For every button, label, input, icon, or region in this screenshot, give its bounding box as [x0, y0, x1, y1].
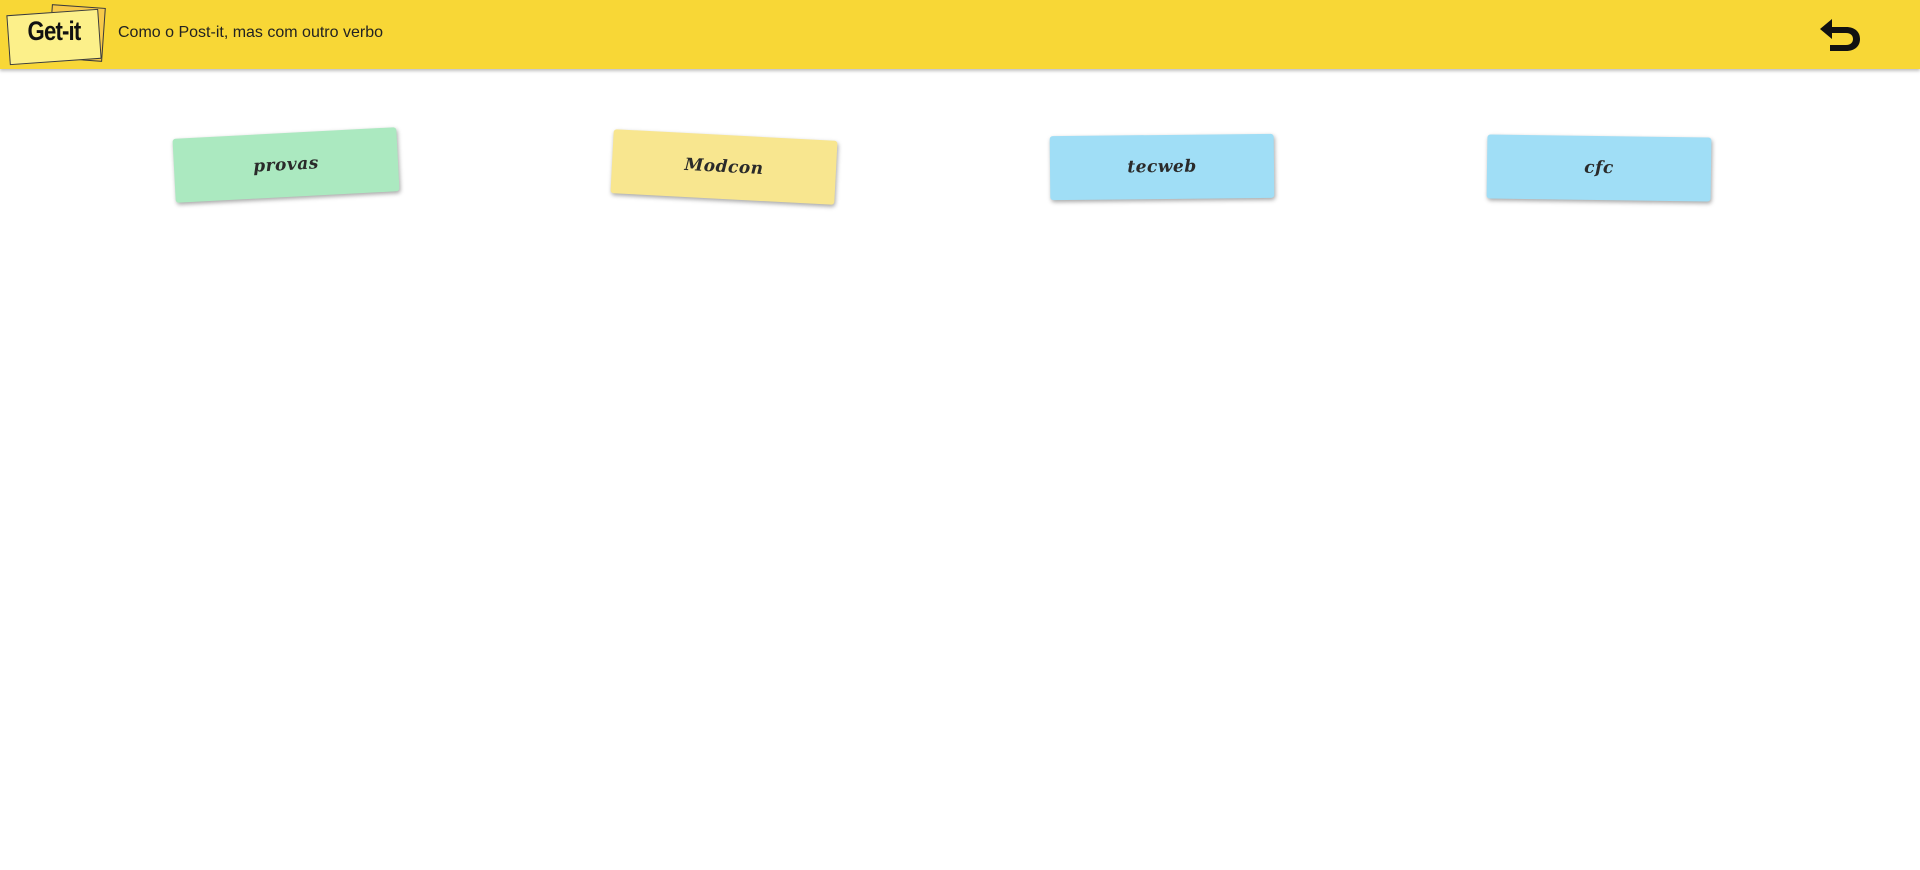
note-label: tecweb: [1127, 156, 1197, 178]
note-label: Modcon: [683, 154, 765, 180]
note-card[interactable]: provas: [172, 127, 400, 203]
logo-text: Get-it: [27, 16, 82, 46]
app-tagline: Como o Post-it, mas com outro verbo: [118, 24, 383, 41]
back-button[interactable]: [1818, 16, 1862, 52]
undo-arrow-icon: [1820, 19, 1860, 51]
note-label: provas: [252, 153, 320, 177]
note-label: cfc: [1584, 157, 1614, 179]
header-bar: Get-it Como o Post-it, mas com outro ver…: [0, 0, 1920, 69]
note-card[interactable]: tecweb: [1049, 133, 1275, 201]
note-card[interactable]: Modcon: [610, 129, 838, 205]
note-card[interactable]: cfc: [1486, 134, 1712, 202]
app-logo[interactable]: Get-it: [6, 4, 106, 66]
notes-board: provas Modcon tecweb cfc: [0, 69, 1920, 870]
